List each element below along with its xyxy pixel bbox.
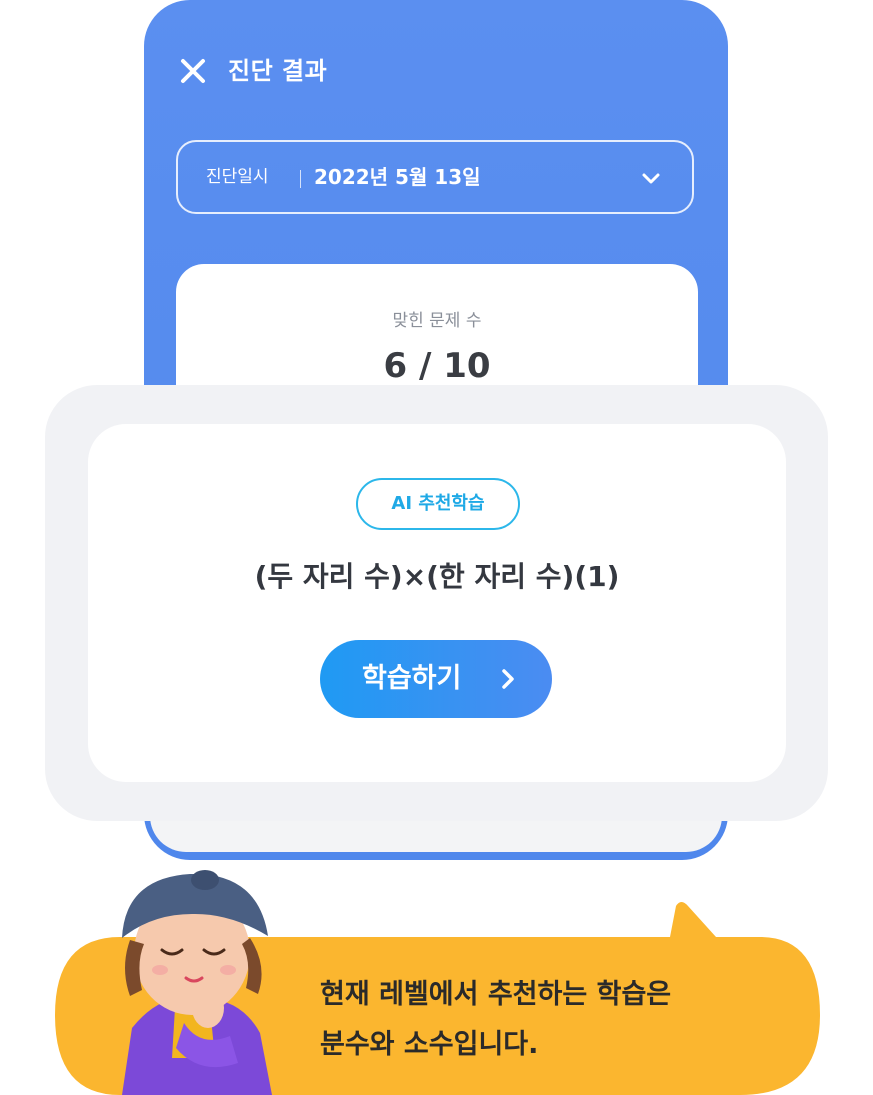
thinking-character [122, 870, 272, 1095]
speech-line-1: 현재 레벨에서 추천하는 학습은 [320, 979, 672, 1010]
speech-line-2: 분수와 소수입니다. [320, 1029, 539, 1060]
speech-text: 현재 레벨에서 추천하는 학습은 분수와 소수입니다. [320, 970, 790, 1070]
